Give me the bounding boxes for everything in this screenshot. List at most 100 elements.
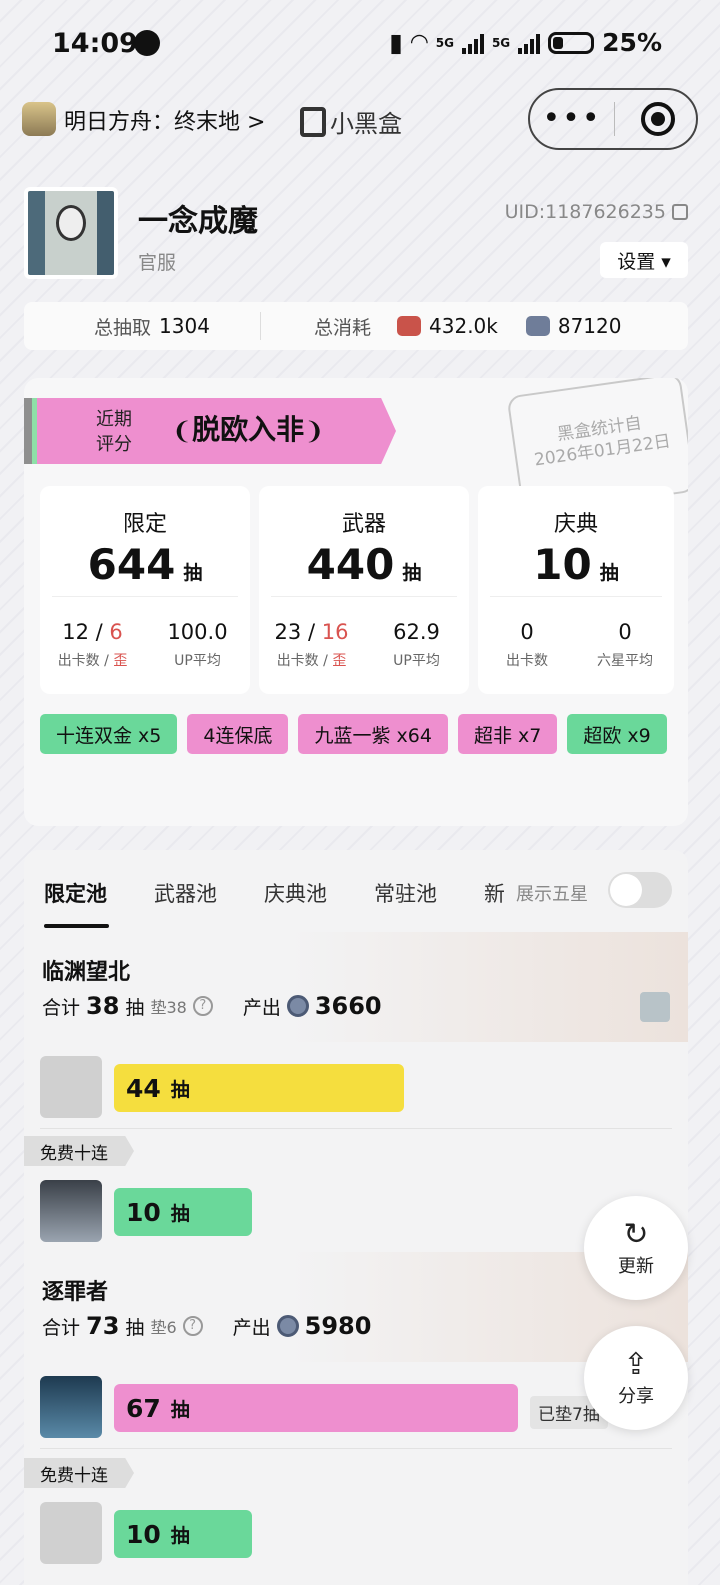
total-unit: 抽 (125, 1316, 145, 1339)
total-draw-value: 1304 (159, 314, 210, 338)
stat-cards-label: 出卡数 (506, 653, 548, 669)
refresh-button[interactable]: ↻ 更新 (584, 1196, 688, 1300)
alarm-icon (134, 30, 160, 56)
pull-bar: 44 抽 (114, 1064, 404, 1112)
stat-cards-label: 出卡数 (276, 653, 319, 669)
pull-bar: 10 抽 (114, 1510, 252, 1558)
stat-name: 庆典 (553, 512, 598, 537)
stat-cards-label: 出卡数 (57, 653, 100, 669)
free-ten-label: 免费十连 (24, 1136, 134, 1166)
banner-header: 临渊望北 合计 38 抽 垫38? 产出 3660 (24, 932, 688, 1042)
pull-unit: 抽 (170, 1398, 190, 1421)
stat-off: 6 (109, 620, 123, 644)
settings-dropdown[interactable]: 设置 ▾ (600, 242, 688, 278)
score-card: 近期 评分 ❨脱欧入非❩ 黑盒统计自 2026年01月22日 限定 644 抽 12 … (24, 378, 688, 826)
help-icon[interactable]: ? (192, 996, 213, 1016)
share-button[interactable]: ⇪ 分享 (584, 1326, 688, 1430)
banner-summary: 合计 38 抽 垫38? 产出 3660 (42, 992, 382, 1020)
pull-unit: 抽 (170, 1524, 190, 1547)
tag[interactable]: 超欧 x9 (567, 714, 667, 754)
status-bar: 14:09 ▮ ◠ 5G 5G 25% (0, 0, 720, 90)
crystal-icon (286, 995, 309, 1017)
output-label: 产出 (232, 1316, 271, 1339)
score-title-text: 脱欧入非 (192, 413, 305, 446)
stat-sep: / (88, 620, 110, 644)
brand-name: 小黑盒 (330, 110, 402, 138)
pull-row: 44 抽 (24, 1046, 688, 1134)
show-five-star-label: 展示五星 (516, 884, 588, 905)
stat-cards: 12 (62, 620, 89, 644)
totals-divider (260, 312, 261, 340)
output-value: 3660 (314, 992, 382, 1020)
score-label-1: 近期 (96, 409, 132, 430)
pull-row: 10 抽 (24, 1492, 688, 1580)
stat-up-avg-label: UP平均 (393, 653, 440, 669)
game-title-link[interactable]: 明日方舟：终末地 > (64, 104, 265, 136)
stat-off-label: 歪 (332, 653, 347, 669)
share-icon: ⇪ (623, 1347, 649, 1382)
stat-card-festival[interactable]: 庆典 10 抽 0 出卡数 0 六星平均 (478, 486, 674, 694)
status-icons: ▮ ◠ 5G 5G 25% (389, 28, 662, 57)
close-target-icon[interactable] (641, 102, 675, 136)
help-icon[interactable]: ? (182, 1316, 203, 1336)
total-unit: 抽 (125, 996, 145, 1019)
tag[interactable]: 十连双金 x5 (40, 714, 178, 754)
server-label: 官服 (138, 252, 177, 274)
tab-new[interactable]: 新 (484, 878, 504, 908)
signal-label-1: 5G (435, 35, 454, 50)
more-icon[interactable]: ••• (530, 104, 614, 134)
ticket-icon (397, 316, 422, 336)
uid[interactable]: UID:1187626235 (505, 201, 688, 223)
banner-name: 临渊望北 (42, 960, 131, 985)
crystal-icon (276, 1315, 299, 1337)
stat-up-avg-label: UP平均 (174, 653, 221, 669)
total-value: 73 (86, 1312, 120, 1340)
stat-name: 武器 (341, 512, 386, 537)
stat-sep: / (301, 620, 322, 644)
stat-six-avg: 0 (618, 620, 632, 644)
game-icon[interactable] (22, 102, 56, 136)
tag[interactable]: 九蓝一紫 x64 (298, 714, 448, 754)
pool-tabs: 限定池 武器池 庆典池 常驻池 新 展示五星 (24, 850, 688, 930)
stat-off-label: 歪 (113, 653, 128, 669)
tag[interactable]: 4连保底 (187, 714, 289, 754)
user-name: 一念成魔 (138, 204, 258, 239)
character-thumb (640, 992, 670, 1022)
stat-six-avg-label: 六星平均 (597, 653, 653, 669)
banner-name: 逐罪者 (42, 1280, 109, 1305)
score-label-2: 评分 (96, 434, 132, 455)
pull-unit: 抽 (170, 1202, 190, 1225)
pull-count: 10 (126, 1519, 161, 1549)
signal-label-2: 5G (491, 35, 511, 50)
output-value: 5980 (304, 1312, 372, 1340)
unknown-character-icon (40, 1502, 102, 1564)
stat-card-weapon[interactable]: 武器 440 抽 23 / 16 出卡数 / 歪 62.9 UP平均 (259, 486, 469, 694)
tab-standard[interactable]: 常驻池 (374, 878, 437, 908)
tab-festival[interactable]: 庆典池 (264, 878, 327, 908)
stat-count: 440 (306, 540, 395, 589)
stat-card-limited[interactable]: 限定 644 抽 12 / 6 出卡数 / 歪 100.0 UP平均 (40, 486, 250, 694)
uid-text: UID:1187626235 (504, 201, 666, 223)
tab-limited[interactable]: 限定池 (44, 878, 109, 928)
copy-icon[interactable] (672, 204, 688, 220)
refresh-icon: ↻ (623, 1217, 649, 1252)
tab-weapon[interactable]: 武器池 (154, 878, 217, 908)
avatar[interactable] (24, 187, 118, 279)
laurel-right-icon: ❩ (304, 417, 325, 445)
clock: 14:09 (52, 28, 138, 59)
total-label: 合计 (42, 1316, 81, 1339)
pull-count: 10 (126, 1197, 161, 1227)
pity-label: 垫6 (150, 1318, 177, 1337)
free-ten-label: 免费十连 (24, 1458, 134, 1488)
stat-cards: 0 (520, 620, 534, 644)
score-title: ❨脱欧入非❩ (172, 408, 324, 448)
pull-count: 67 (126, 1393, 161, 1423)
pools-panel: 限定池 武器池 庆典池 常驻池 新 展示五星 临渊望北 合计 38 抽 垫38? 产… (24, 850, 688, 1585)
pull-unit: 抽 (170, 1078, 190, 1101)
banner-summary: 合计 73 抽 垫6? 产出 5980 (42, 1312, 371, 1340)
crystal-icon (525, 316, 550, 336)
vibrate-icon: ▮ (389, 28, 403, 57)
show-five-star-toggle[interactable] (608, 872, 672, 908)
tag[interactable]: 超非 x7 (457, 714, 558, 754)
stat-unit: 抽 (183, 562, 203, 584)
